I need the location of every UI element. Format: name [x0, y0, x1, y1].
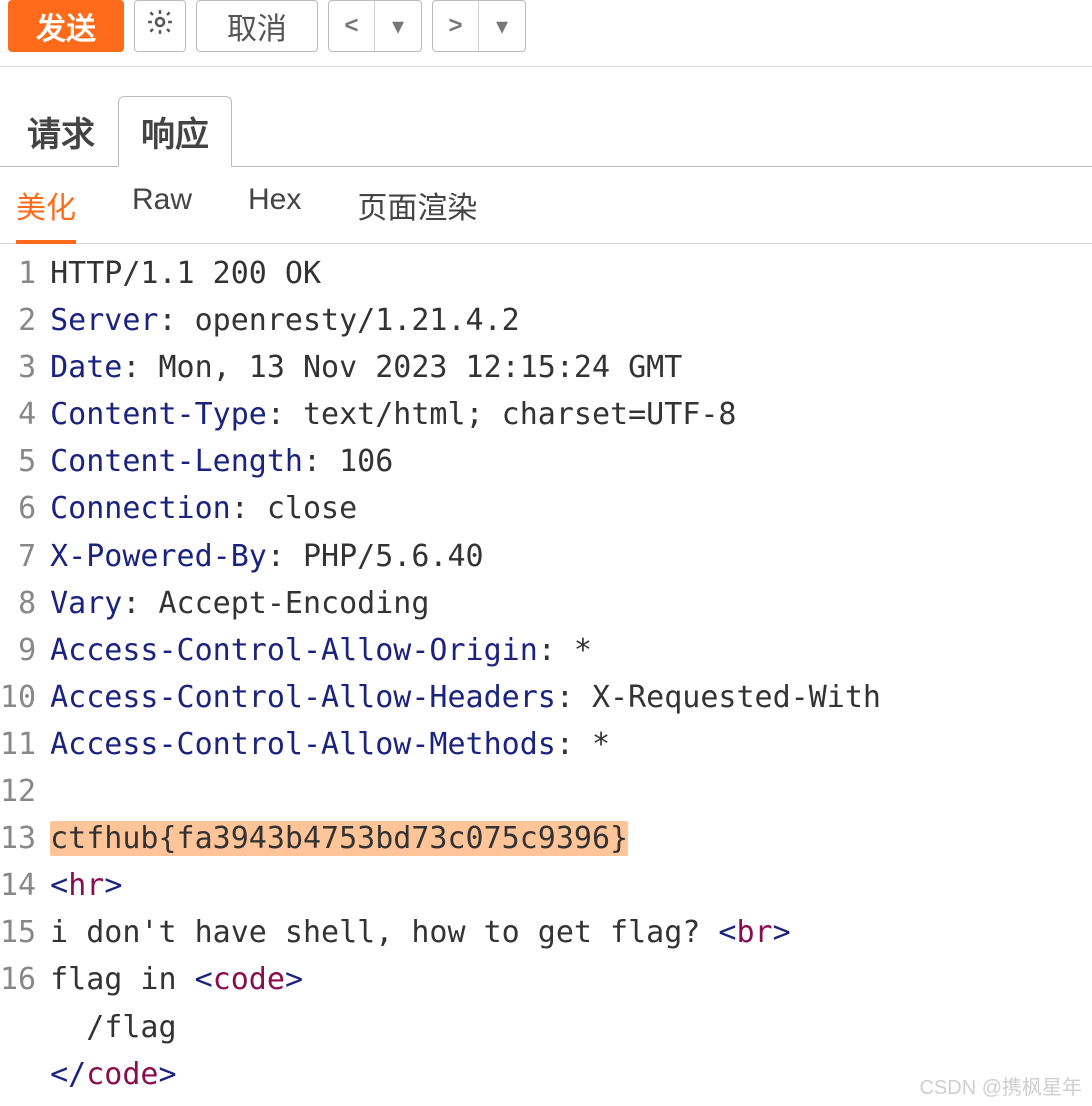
header-line: X-Powered-By: PHP/5.6.40 [50, 533, 1092, 580]
tag-code-open: code [213, 962, 285, 997]
blank-line [50, 768, 1092, 815]
toolbar: 发送 取消 < ▾ > ▾ [0, 0, 1092, 67]
line-number: 9 [0, 627, 40, 674]
line-number: 4 [0, 391, 40, 438]
line-number: 1 [0, 250, 40, 297]
header-line: Date: Mon, 13 Nov 2023 12:15:24 GMT [50, 344, 1092, 391]
subtab-render[interactable]: 页面渲染 [357, 183, 477, 233]
header-value: 106 [339, 444, 393, 479]
send-button[interactable]: 发送 [8, 0, 124, 52]
line-number: 13 [0, 815, 40, 862]
line-number: 10 [0, 674, 40, 721]
header-name: Access-Control-Allow-Origin [50, 633, 538, 668]
forward-button[interactable]: > [433, 1, 479, 51]
header-value: PHP/5.6.40 [303, 539, 484, 574]
body-line: <hr> [50, 862, 1092, 909]
response-body[interactable]: HTTP/1.1 200 OKServer: openresty/1.21.4.… [46, 244, 1092, 1104]
back-button[interactable]: < [329, 1, 375, 51]
line-number-gutter: 1 2 3 4 5 6 7 8 9 10 11 12 13 14 15 16 [0, 244, 46, 1104]
status-line: HTTP/1.1 200 OK [50, 250, 1092, 297]
header-name: Date [50, 350, 122, 385]
line-number: 11 [0, 721, 40, 768]
sub-tabs: 美化 Raw Hex 页面渲染 [0, 167, 1092, 244]
main-tabs: 请求 响应 [0, 95, 1092, 167]
line-number: 2 [0, 297, 40, 344]
subtab-raw[interactable]: Raw [132, 183, 192, 233]
subtab-pretty[interactable]: 美化 [16, 183, 76, 244]
header-name: Content-Type [50, 397, 267, 432]
line-number: 8 [0, 580, 40, 627]
header-value: Accept-Encoding [159, 586, 430, 621]
header-value: * [592, 727, 610, 762]
tab-response[interactable]: 响应 [118, 96, 232, 167]
cancel-button[interactable]: 取消 [196, 0, 318, 52]
line-number: 16 [0, 956, 40, 1003]
header-line: Access-Control-Allow-Methods: * [50, 721, 1092, 768]
header-line: Content-Type: text/html; charset=UTF-8 [50, 391, 1092, 438]
tag-hr: hr [68, 868, 104, 903]
highlighted-flag: ctfhub{fa3943b4753bd73c075c9396} [50, 821, 628, 856]
subtab-hex[interactable]: Hex [248, 183, 301, 233]
header-name: Connection [50, 491, 231, 526]
body-line: i don't have shell, how to get flag? <br… [50, 909, 1092, 956]
body-text: i don't have shell, how to get flag? [50, 915, 718, 950]
tag-code-close: code [86, 1057, 158, 1092]
header-name: Content-Length [50, 444, 303, 479]
tab-request[interactable]: 请求 [4, 96, 118, 167]
history-back-group: < ▾ [328, 0, 422, 52]
line-number: 3 [0, 344, 40, 391]
header-value: close [267, 491, 357, 526]
forward-menu-button[interactable]: ▾ [479, 1, 525, 51]
tag-br: br [736, 915, 772, 950]
header-value: Mon, 13 Nov 2023 12:15:24 GMT [159, 350, 683, 385]
header-name: Server [50, 303, 158, 338]
line-number: 5 [0, 438, 40, 485]
header-name: Access-Control-Allow-Methods [50, 727, 556, 762]
body-line: </code> [50, 1051, 1092, 1098]
body-text: flag in [50, 962, 195, 997]
header-line: Vary: Accept-Encoding [50, 580, 1092, 627]
header-line: Connection: close [50, 485, 1092, 532]
line-number: 7 [0, 533, 40, 580]
history-forward-group: > ▾ [432, 0, 526, 52]
header-line: Access-Control-Allow-Headers: X-Requeste… [50, 674, 1092, 721]
line-number: 6 [0, 485, 40, 532]
header-value: openresty/1.21.4.2 [195, 303, 520, 338]
header-line: Server: openresty/1.21.4.2 [50, 297, 1092, 344]
chevron-left-icon: < [344, 12, 358, 40]
caret-down-icon: ▾ [392, 12, 404, 41]
back-menu-button[interactable]: ▾ [375, 1, 421, 51]
header-value: text/html; charset=UTF-8 [303, 397, 736, 432]
header-line: Access-Control-Allow-Origin: * [50, 627, 1092, 674]
chevron-right-icon: > [448, 12, 462, 40]
line-number: 15 [0, 909, 40, 956]
gear-icon [145, 7, 175, 45]
line-number: 14 [0, 862, 40, 909]
body-line: flag in <code> [50, 956, 1092, 1003]
header-name: Vary [50, 586, 122, 621]
line-number: 12 [0, 768, 40, 815]
response-editor[interactable]: 1 2 3 4 5 6 7 8 9 10 11 12 13 14 15 16 H… [0, 244, 1092, 1104]
code-content: /flag [86, 1010, 176, 1045]
header-line: Content-Length: 106 [50, 438, 1092, 485]
flag-line: ctfhub{fa3943b4753bd73c075c9396} [50, 815, 1092, 862]
body-line: /flag [50, 1004, 1092, 1051]
header-value: X-Requested-With [592, 680, 881, 715]
header-value: * [574, 633, 592, 668]
header-name: X-Powered-By [50, 539, 267, 574]
header-name: Access-Control-Allow-Headers [50, 680, 556, 715]
caret-down-icon: ▾ [496, 12, 508, 41]
settings-button[interactable] [134, 0, 186, 52]
